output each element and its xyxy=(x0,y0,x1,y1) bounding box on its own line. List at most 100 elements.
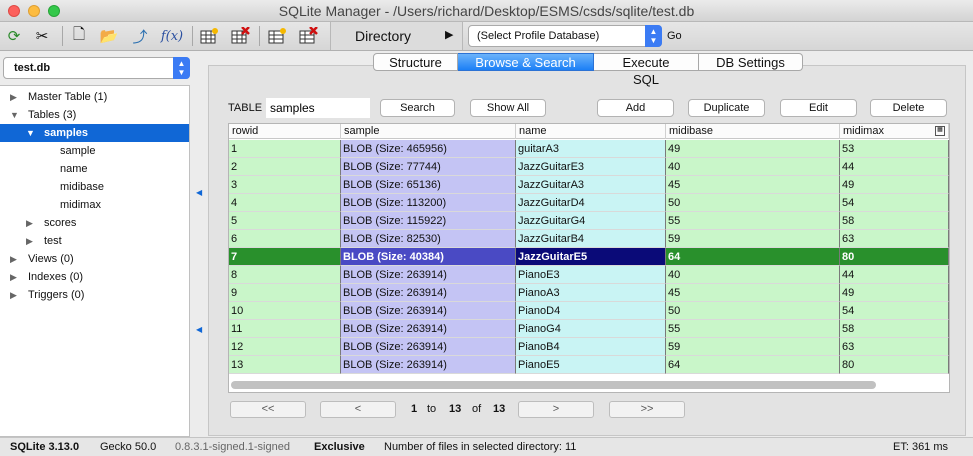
search-button[interactable]: Search xyxy=(380,99,455,117)
duplicate-button[interactable]: Duplicate xyxy=(688,99,765,117)
cell-midibase[interactable]: 59 xyxy=(666,338,840,356)
prev-page-button[interactable]: < xyxy=(320,401,396,418)
table-name-input[interactable] xyxy=(266,98,370,118)
create-index-icon[interactable] xyxy=(265,25,289,47)
delete-button[interactable]: Delete xyxy=(870,99,947,117)
cell-sample[interactable]: BLOB (Size: 40384) xyxy=(341,248,516,266)
create-table-icon[interactable] xyxy=(197,25,221,47)
column-header-midimax[interactable]: midimax xyxy=(840,124,949,139)
cell-sample[interactable]: BLOB (Size: 263914) xyxy=(341,284,516,302)
cell-midibase[interactable]: 55 xyxy=(666,212,840,230)
horizontal-scrollbar[interactable] xyxy=(231,381,876,389)
cell-sample[interactable]: BLOB (Size: 263914) xyxy=(341,302,516,320)
cell-midimax[interactable]: 44 xyxy=(840,266,949,284)
table-row[interactable]: 7 BLOB (Size: 40384) JazzGuitarE5 64 80 xyxy=(229,248,949,266)
cell-midimax[interactable]: 44 xyxy=(840,158,949,176)
cell-midimax[interactable]: 80 xyxy=(840,248,949,266)
cell-midimax[interactable]: 54 xyxy=(840,302,949,320)
tab-execute-sql[interactable]: Execute SQL xyxy=(594,53,699,87)
cell-sample[interactable]: BLOB (Size: 263914) xyxy=(341,266,516,284)
cell-name[interactable]: JazzGuitarD4 xyxy=(516,194,666,212)
column-header-rowid[interactable]: rowid xyxy=(229,124,341,139)
disclosure-closed-icon[interactable]: ▶ xyxy=(10,88,17,106)
table-row[interactable]: 12 BLOB (Size: 263914) PianoB4 59 63 xyxy=(229,338,949,356)
table-row[interactable]: 6 BLOB (Size: 82530) JazzGuitarB4 59 63 xyxy=(229,230,949,248)
disclosure-closed-icon[interactable]: ▶ xyxy=(10,268,17,286)
cell-name[interactable]: PianoE3 xyxy=(516,266,666,284)
table-row[interactable]: 10 BLOB (Size: 263914) PianoD4 50 54 xyxy=(229,302,949,320)
cell-name[interactable]: JazzGuitarB4 xyxy=(516,230,666,248)
add-button[interactable]: Add xyxy=(597,99,674,117)
cell-name[interactable]: PianoE5 xyxy=(516,356,666,374)
cell-sample[interactable]: BLOB (Size: 77744) xyxy=(341,158,516,176)
profile-database-select[interactable]: (Select Profile Database) ▲ ▼ xyxy=(468,25,662,47)
cell-midibase[interactable]: 45 xyxy=(666,176,840,194)
cell-midibase[interactable]: 64 xyxy=(666,356,840,374)
next-page-button[interactable]: > xyxy=(518,401,594,418)
cell-rowid[interactable]: 12 xyxy=(229,338,341,356)
cell-midimax[interactable]: 63 xyxy=(840,338,949,356)
refresh-icon[interactable]: ⟳ xyxy=(2,25,26,47)
cell-midimax[interactable]: 63 xyxy=(840,230,949,248)
cell-rowid[interactable]: 1 xyxy=(229,140,341,158)
cell-rowid[interactable]: 5 xyxy=(229,212,341,230)
tree-item[interactable]: ▼ Tables (3) xyxy=(0,106,189,124)
cell-name[interactable]: JazzGuitarG4 xyxy=(516,212,666,230)
cell-name[interactable]: PianoD4 xyxy=(516,302,666,320)
cell-midibase[interactable]: 45 xyxy=(666,284,840,302)
cell-midibase[interactable]: 49 xyxy=(666,140,840,158)
cell-rowid[interactable]: 11 xyxy=(229,320,341,338)
cell-sample[interactable]: BLOB (Size: 65136) xyxy=(341,176,516,194)
table-row[interactable]: 1 BLOB (Size: 465956) guitarA3 49 53 xyxy=(229,140,949,158)
disclosure-open-icon[interactable]: ▼ xyxy=(10,106,19,124)
cell-rowid[interactable]: 7 xyxy=(229,248,341,266)
tab-structure[interactable]: Structure xyxy=(373,53,458,71)
cell-midibase[interactable]: 40 xyxy=(666,266,840,284)
column-header-name[interactable]: name xyxy=(516,124,666,139)
collapse-arrow-icon[interactable]: ◀ xyxy=(196,325,202,334)
cell-name[interactable]: PianoG4 xyxy=(516,320,666,338)
table-row[interactable]: 9 BLOB (Size: 263914) PianoA3 45 49 xyxy=(229,284,949,302)
table-row[interactable]: 4 BLOB (Size: 113200) JazzGuitarD4 50 54 xyxy=(229,194,949,212)
cell-midibase[interactable]: 40 xyxy=(666,158,840,176)
cell-midibase[interactable]: 55 xyxy=(666,320,840,338)
drop-index-icon[interactable] xyxy=(296,25,320,47)
cell-midimax[interactable]: 58 xyxy=(840,212,949,230)
cell-sample[interactable]: BLOB (Size: 263914) xyxy=(341,320,516,338)
disclosure-closed-icon[interactable]: ▶ xyxy=(26,214,33,232)
cell-rowid[interactable]: 13 xyxy=(229,356,341,374)
column-picker-icon[interactable]: ▦ xyxy=(935,126,945,136)
tree-item[interactable]: ▶ Triggers (0) xyxy=(0,286,189,304)
cell-midibase[interactable]: 59 xyxy=(666,230,840,248)
cell-midimax[interactable]: 80 xyxy=(840,356,949,374)
show-all-button[interactable]: Show All xyxy=(470,99,546,117)
cell-sample[interactable]: BLOB (Size: 82530) xyxy=(341,230,516,248)
table-row[interactable]: 13 BLOB (Size: 263914) PianoE5 64 80 xyxy=(229,356,949,374)
cell-sample[interactable]: BLOB (Size: 263914) xyxy=(341,338,516,356)
function-icon[interactable]: f(x) xyxy=(158,25,186,47)
cell-midimax[interactable]: 49 xyxy=(840,176,949,194)
cell-sample[interactable]: BLOB (Size: 465956) xyxy=(341,140,516,158)
tree-item[interactable]: ▶ test xyxy=(0,232,189,250)
cell-midimax[interactable]: 58 xyxy=(840,320,949,338)
cell-midibase[interactable]: 64 xyxy=(666,248,840,266)
column-header-midibase[interactable]: midibase xyxy=(666,124,840,139)
cell-name[interactable]: JazzGuitarA3 xyxy=(516,176,666,194)
cell-sample[interactable]: BLOB (Size: 113200) xyxy=(341,194,516,212)
cell-rowid[interactable]: 3 xyxy=(229,176,341,194)
cell-rowid[interactable]: 4 xyxy=(229,194,341,212)
sidebar-splitter[interactable]: ◀ ◀ xyxy=(190,85,208,437)
table-row[interactable]: 11 BLOB (Size: 263914) PianoG4 55 58 xyxy=(229,320,949,338)
cell-sample[interactable]: BLOB (Size: 263914) xyxy=(341,356,516,374)
tree-item[interactable]: sample xyxy=(0,142,189,160)
tree-item[interactable]: name xyxy=(0,160,189,178)
cell-name[interactable]: PianoA3 xyxy=(516,284,666,302)
drop-table-icon[interactable] xyxy=(228,25,252,47)
edit-button[interactable]: Edit xyxy=(780,99,857,117)
cell-midimax[interactable]: 49 xyxy=(840,284,949,302)
tab-db-settings[interactable]: DB Settings xyxy=(699,53,803,71)
table-row[interactable]: 2 BLOB (Size: 77744) JazzGuitarE3 40 44 xyxy=(229,158,949,176)
column-header-sample[interactable]: sample xyxy=(341,124,516,139)
cell-midimax[interactable]: 54 xyxy=(840,194,949,212)
cell-rowid[interactable]: 10 xyxy=(229,302,341,320)
